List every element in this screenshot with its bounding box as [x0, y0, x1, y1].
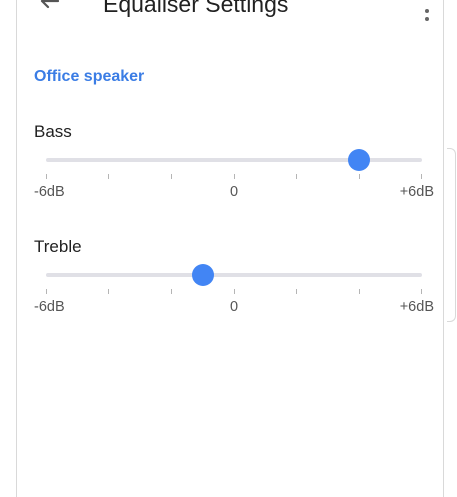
scale-mid-label: 0 — [230, 184, 239, 200]
slider-tick — [421, 174, 422, 179]
slider-tick — [171, 289, 172, 294]
scale-min-label: -6dB — [34, 299, 65, 315]
bass-label: Bass — [34, 122, 72, 141]
scale-min-label: -6dB — [34, 184, 65, 200]
scale-mid-label: 0 — [230, 299, 239, 315]
bass-scale: -6dB 0 +6dB — [34, 184, 434, 202]
slider-tick — [359, 289, 360, 294]
slider-tick — [296, 289, 297, 294]
slider-tick — [421, 289, 422, 294]
treble-label: Treble — [34, 237, 82, 256]
slider-tick — [171, 174, 172, 179]
slider-track[interactable] — [46, 273, 422, 277]
side-edge-tab — [447, 148, 456, 322]
treble-slider[interactable] — [46, 260, 422, 294]
arrow-back-icon[interactable] — [38, 0, 60, 12]
slider-tick — [234, 289, 235, 294]
slider-tick — [46, 174, 47, 179]
page-title: Equaliser Settings — [103, 0, 289, 17]
treble-scale: -6dB 0 +6dB — [34, 299, 434, 317]
slider-tick — [46, 289, 47, 294]
app-bar: Equaliser Settings — [0, 0, 457, 30]
device-name: Office speaker — [34, 68, 145, 85]
slider-tick — [108, 289, 109, 294]
more-vert-icon[interactable] — [422, 0, 432, 28]
slider-tick — [234, 174, 235, 179]
slider-tick — [359, 174, 360, 179]
slider-tick — [108, 174, 109, 179]
slider-tick — [296, 174, 297, 179]
treble-slider-thumb[interactable] — [191, 264, 214, 286]
bass-slider[interactable] — [46, 145, 422, 179]
bass-slider-thumb[interactable] — [348, 149, 371, 171]
scale-max-label: +6dB — [399, 299, 434, 315]
scale-max-label: +6dB — [399, 184, 434, 200]
